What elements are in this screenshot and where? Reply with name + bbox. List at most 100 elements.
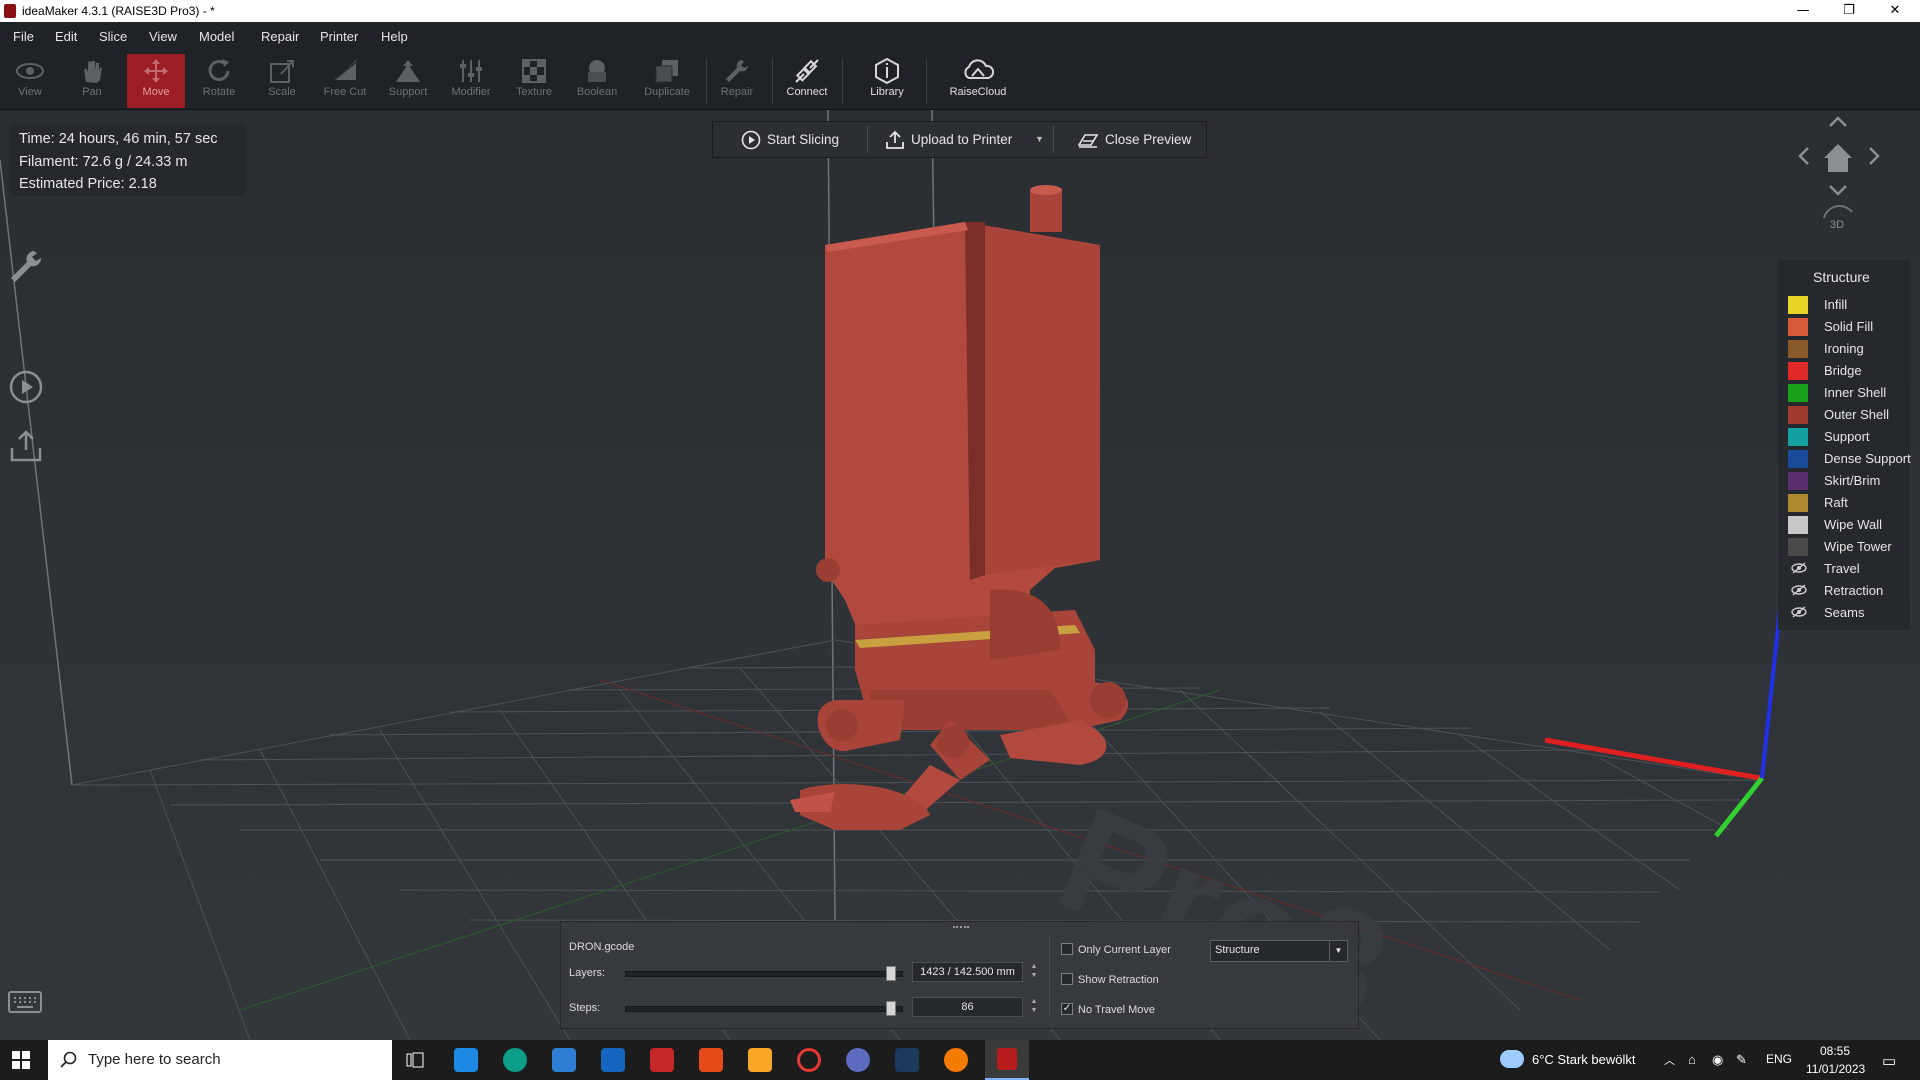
layers-slider[interactable] [625, 966, 903, 981]
tool-view-button[interactable]: View [1, 54, 59, 108]
tool-free-cut-label: Free Cut [323, 86, 367, 98]
menu-repair[interactable]: Repair [261, 29, 299, 44]
wrench-icon[interactable] [8, 248, 44, 289]
action-separator [1053, 126, 1054, 153]
chevron-up-icon[interactable] [1829, 116, 1847, 127]
steps-spinner[interactable]: ▲ ▼ [1027, 997, 1041, 1017]
legend-color-swatch [1788, 538, 1808, 556]
volume-icon[interactable]: ◉ [1712, 1052, 1723, 1068]
tool-rotate-button[interactable]: Rotate [190, 54, 248, 108]
taskbar-search-box[interactable]: Type here to search [48, 1040, 392, 1080]
maximize-button[interactable]: ❐ [1826, 0, 1872, 22]
show-retraction-checkbox[interactable] [1061, 973, 1073, 985]
taskbar-app-icon[interactable] [454, 1048, 478, 1072]
menu-model[interactable]: Model [199, 29, 234, 44]
start-slicing-button[interactable]: Start Slicing [741, 122, 839, 157]
language-indicator[interactable]: ENG [1766, 1052, 1792, 1066]
tool-repair-button[interactable]: Repair [708, 54, 766, 108]
tool-modifier-button[interactable]: Modifier [442, 54, 500, 108]
network-icon[interactable]: ⌂ [1688, 1052, 1696, 1067]
layers-slider-thumb[interactable] [886, 966, 896, 981]
toolbar-separator [772, 58, 773, 104]
layers-spinner[interactable]: ▲ ▼ [1027, 962, 1041, 982]
legend-color-swatch [1788, 296, 1808, 314]
tool-view-label: View [18, 86, 42, 98]
only-current-layer-checkbox[interactable] [1061, 943, 1073, 955]
chevron-up-icon[interactable]: ︿ [1664, 1052, 1675, 1068]
steps-slider[interactable] [625, 1001, 903, 1016]
windows-start-icon[interactable] [12, 1051, 30, 1074]
upload-options-dropdown[interactable]: ▼ [1035, 122, 1044, 157]
chevron-right-icon[interactable] [1869, 147, 1880, 165]
close-preview-button[interactable]: Close Preview [1077, 122, 1191, 157]
tool-free-cut-button[interactable]: Free Cut [316, 54, 374, 108]
edge-browser-icon[interactable] [503, 1048, 527, 1072]
discord-icon[interactable] [846, 1048, 870, 1072]
tool-support-button[interactable]: Support [379, 54, 437, 108]
menu-bar: File Edit Slice View Model Repair Printe… [0, 22, 1920, 50]
tool-move-label: Move [142, 86, 170, 98]
opera-browser-icon[interactable] [797, 1048, 821, 1072]
menu-file[interactable]: File [13, 29, 34, 44]
tool-scale-button[interactable]: Scale [253, 54, 311, 108]
steps-input[interactable]: 86 [912, 997, 1023, 1017]
chevron-left-icon[interactable] [1798, 147, 1809, 165]
minimize-button[interactable]: — [1780, 0, 1826, 22]
file-explorer-icon[interactable] [748, 1048, 772, 1072]
support-icon [396, 60, 420, 82]
no-travel-move-checkbox[interactable]: ✓ [1061, 1003, 1073, 1015]
app-icon [4, 4, 16, 18]
pen-icon[interactable]: ✎ [1736, 1052, 1747, 1068]
tool-library-button[interactable]: Library [858, 54, 916, 108]
eye-hidden-icon[interactable] [1791, 584, 1807, 596]
eye-hidden-icon[interactable] [1791, 606, 1807, 618]
no-travel-move-label: No Travel Move [1078, 1004, 1156, 1016]
chevron-down-icon[interactable] [1829, 185, 1847, 196]
legend-toggle-label: Retraction [1824, 583, 1884, 598]
tool-boolean-button[interactable]: Boolean [568, 54, 626, 108]
mail-icon[interactable] [601, 1048, 625, 1072]
structure-legend: Structure Infill Solid Fill Ironing Bridge I… [1778, 260, 1911, 630]
taskbar-app-icon[interactable] [650, 1048, 674, 1072]
view-3d-label[interactable]: 3D [1830, 219, 1844, 231]
notification-icon[interactable]: ▭ [1882, 1052, 1896, 1070]
home-icon[interactable] [1824, 144, 1852, 172]
legend-toggle-label: Seams [1824, 605, 1865, 620]
clock-date[interactable]: 11/01/2023 [1806, 1062, 1865, 1076]
play-icon [741, 131, 761, 150]
tool-connect-button[interactable]: Connect [778, 54, 836, 108]
steps-label: Steps: [569, 1002, 601, 1014]
drag-handle[interactable] [953, 926, 969, 929]
tool-texture-button[interactable]: Texture [505, 54, 563, 108]
steps-slider-thumb[interactable] [886, 1001, 896, 1016]
rotate-3d-icon[interactable] [1823, 205, 1853, 219]
chevron-down-icon: ▼ [1035, 134, 1044, 144]
tool-raisecloud-button[interactable]: RaiseCloud [948, 54, 1008, 108]
tool-duplicate-button[interactable]: Duplicate [638, 54, 696, 108]
menu-printer[interactable]: Printer [320, 29, 358, 44]
3d-viewport[interactable]: Pro3 [0, 110, 1920, 1040]
office-icon[interactable] [699, 1048, 723, 1072]
clock-time[interactable]: 08:55 [1820, 1044, 1850, 1058]
gcode-preview-panel: DRON.gcode Layers: 1423 / 142.500 mm ▲ ▼ … [560, 921, 1359, 1029]
weather-text[interactable]: 6°C Stark bewölkt [1532, 1052, 1635, 1067]
blender-icon[interactable] [944, 1048, 968, 1072]
menu-slice[interactable]: Slice [99, 29, 127, 44]
export-icon[interactable] [8, 428, 44, 469]
keyboard-icon[interactable] [8, 990, 42, 1019]
eye-hidden-icon[interactable] [1791, 562, 1807, 574]
steam-icon[interactable] [895, 1048, 919, 1072]
task-view-icon[interactable] [406, 1052, 426, 1073]
menu-help[interactable]: Help [381, 29, 408, 44]
play-preview-icon[interactable] [8, 369, 44, 410]
ideamaker-taskbar-button[interactable] [985, 1040, 1029, 1080]
tool-pan-button[interactable]: Pan [63, 54, 121, 108]
menu-view[interactable]: View [149, 29, 177, 44]
view-mode-select[interactable]: Structure ▼ [1210, 940, 1348, 962]
menu-edit[interactable]: Edit [55, 29, 77, 44]
layers-input[interactable]: 1423 / 142.500 mm [912, 962, 1023, 982]
upload-to-printer-button[interactable]: Upload to Printer [885, 122, 1012, 157]
tool-move-button[interactable]: Move [127, 54, 185, 108]
store-icon[interactable] [552, 1048, 576, 1072]
close-button[interactable]: ✕ [1872, 0, 1918, 22]
